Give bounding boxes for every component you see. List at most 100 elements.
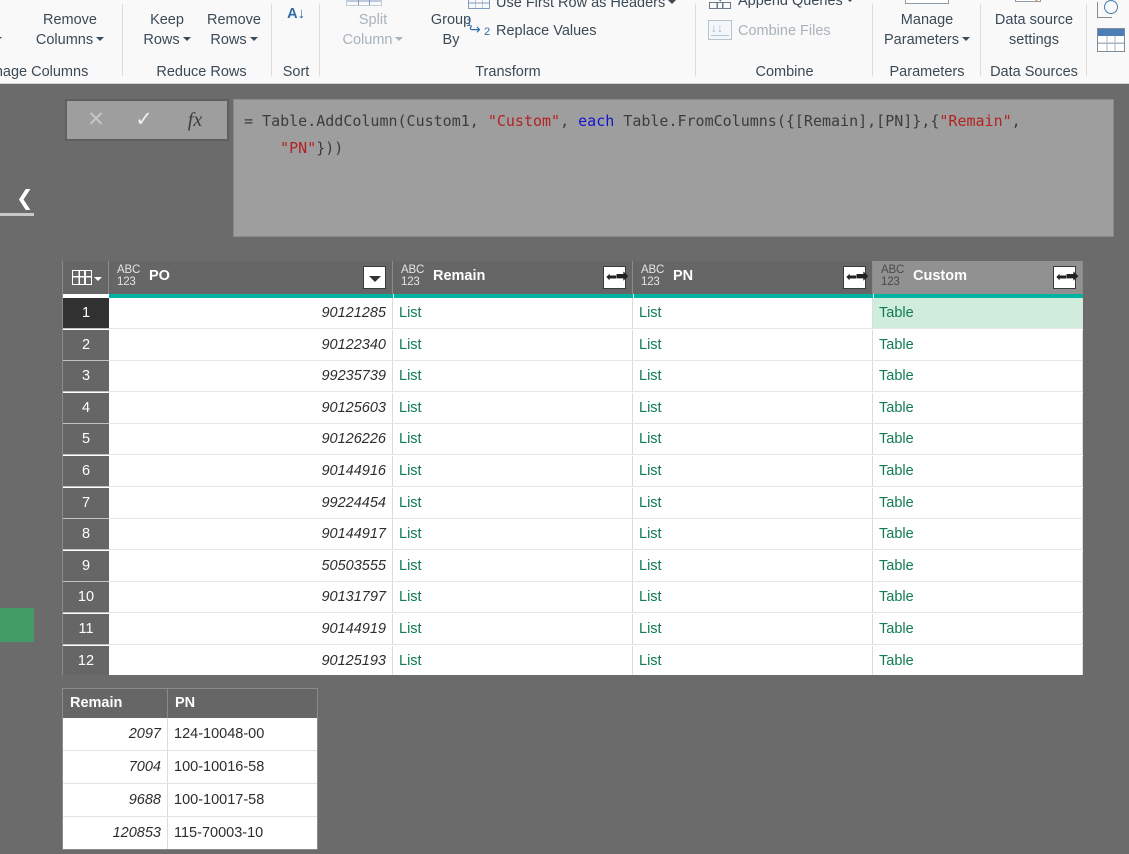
ribbon-button-data-source-settings[interactable]: Data source settings: [981, 10, 1087, 50]
cell-po[interactable]: 90144919: [109, 614, 393, 645]
cell-custom[interactable]: Table: [873, 393, 1083, 424]
cell-po[interactable]: 90121285: [109, 298, 393, 329]
cell-remain[interactable]: List: [393, 361, 633, 392]
column-type-badge[interactable]: ABC123: [401, 265, 427, 288]
cancel-formula-icon[interactable]: ✕: [77, 101, 115, 139]
cell-pn[interactable]: List: [633, 582, 873, 613]
preview-column-header-pn[interactable]: PN: [168, 689, 318, 718]
row-number[interactable]: 6: [63, 456, 109, 487]
column-type-badge[interactable]: ABC123: [881, 265, 907, 288]
query-status-chip[interactable]: [0, 608, 34, 642]
cell-remain[interactable]: List: [393, 330, 633, 361]
row-number[interactable]: 12: [63, 646, 109, 675]
chevron-down-icon[interactable]: [183, 37, 191, 41]
cell-pn[interactable]: List: [633, 298, 873, 329]
cell-po[interactable]: 90125193: [109, 646, 393, 675]
cell-remain[interactable]: List: [393, 551, 633, 582]
cell-po[interactable]: 90122340: [109, 330, 393, 361]
cell-po[interactable]: 99224454: [109, 488, 393, 519]
row-number[interactable]: 2: [63, 330, 109, 361]
select-all-columns-button[interactable]: [63, 261, 109, 294]
row-number[interactable]: 7: [63, 488, 109, 519]
row-number[interactable]: 9: [63, 551, 109, 582]
preview-cell-pn[interactable]: 100-10017-58: [168, 784, 318, 816]
preview-cell-remain[interactable]: 120853: [63, 817, 168, 849]
cell-po[interactable]: 90125603: [109, 393, 393, 424]
chevron-down-icon[interactable]: [668, 0, 676, 4]
cell-custom[interactable]: Table: [873, 582, 1083, 613]
ribbon-button-remove-columns[interactable]: Remove Columns: [22, 10, 118, 50]
cell-custom[interactable]: Table: [873, 424, 1083, 455]
cell-remain[interactable]: List: [393, 393, 633, 424]
cell-pn[interactable]: List: [633, 646, 873, 675]
cell-pn[interactable]: List: [633, 361, 873, 392]
row-number[interactable]: 1: [63, 298, 109, 329]
cell-custom[interactable]: Table: [873, 646, 1083, 675]
ribbon-button-keep-rows[interactable]: Keep Rows: [135, 10, 199, 50]
cell-po[interactable]: 99235739: [109, 361, 393, 392]
cell-custom[interactable]: Table: [873, 298, 1083, 329]
ribbon-button-append-queries[interactable]: Append Queries: [738, 0, 854, 10]
cell-pn[interactable]: List: [633, 488, 873, 519]
expand-queries-pane-chevron-icon[interactable]: ❮: [16, 187, 34, 209]
column-header-custom[interactable]: ABC123Custom⬅⮕: [873, 261, 1083, 294]
chevron-down-icon[interactable]: [395, 37, 403, 41]
cell-remain[interactable]: List: [393, 456, 633, 487]
preview-cell-pn[interactable]: 115-70003-10: [168, 817, 318, 849]
column-filter-dropdown-button[interactable]: [363, 266, 386, 289]
cell-remain[interactable]: List: [393, 519, 633, 550]
cell-remain[interactable]: List: [393, 424, 633, 455]
column-expand-button[interactable]: ⬅⮕: [1053, 266, 1076, 289]
preview-column-header-remain[interactable]: Remain: [63, 689, 168, 718]
ribbon-button-use-first-row-as-headers[interactable]: Use First Row as Headers: [496, 0, 676, 12]
column-expand-button[interactable]: ⬅⮕: [603, 266, 626, 289]
chevron-down-icon[interactable]: [96, 37, 104, 41]
recent-sources-icon[interactable]: [1097, 0, 1121, 20]
cell-po[interactable]: 90144916: [109, 456, 393, 487]
row-number[interactable]: 10: [63, 582, 109, 613]
insert-function-icon[interactable]: fx: [173, 101, 217, 139]
cell-remain[interactable]: List: [393, 488, 633, 519]
column-expand-button[interactable]: ⬅⮕: [843, 266, 866, 289]
cell-pn[interactable]: List: [633, 551, 873, 582]
row-number[interactable]: 5: [63, 424, 109, 455]
ribbon-button-replace-values[interactable]: Replace Values: [496, 22, 597, 40]
ribbon-button-remove-rows[interactable]: Remove Rows: [197, 10, 271, 50]
column-header-pn[interactable]: ABC123PN⬅⮕: [633, 261, 873, 294]
cell-remain[interactable]: List: [393, 646, 633, 675]
cell-remain[interactable]: List: [393, 298, 633, 329]
column-type-badge[interactable]: ABC123: [641, 265, 667, 288]
ribbon-button-combine-files[interactable]: Combine Files: [738, 22, 831, 40]
preview-cell-pn[interactable]: 100-10016-58: [168, 751, 318, 783]
cell-po[interactable]: 90131797: [109, 582, 393, 613]
cell-custom[interactable]: Table: [873, 614, 1083, 645]
cell-custom[interactable]: Table: [873, 456, 1083, 487]
ribbon-button-choose-columns[interactable]: oose mns: [0, 10, 22, 50]
cell-po[interactable]: 50503555: [109, 551, 393, 582]
cell-pn[interactable]: List: [633, 330, 873, 361]
cell-po[interactable]: 90126226: [109, 424, 393, 455]
enter-data-icon[interactable]: [1097, 28, 1125, 52]
preview-cell-pn[interactable]: 124-10048-00: [168, 718, 318, 750]
cell-pn[interactable]: List: [633, 393, 873, 424]
cell-pn[interactable]: List: [633, 424, 873, 455]
cell-custom[interactable]: Table: [873, 551, 1083, 582]
row-number[interactable]: 4: [63, 393, 109, 424]
chevron-down-icon[interactable]: [846, 0, 854, 2]
preview-cell-remain[interactable]: 7004: [63, 751, 168, 783]
formula-input[interactable]: = Table.AddColumn(Custom1, "Custom", eac…: [233, 99, 1114, 237]
cell-custom[interactable]: Table: [873, 330, 1083, 361]
chevron-down-icon[interactable]: [962, 37, 970, 41]
cell-remain[interactable]: List: [393, 582, 633, 613]
cell-pn[interactable]: List: [633, 519, 873, 550]
chevron-down-icon[interactable]: [250, 37, 258, 41]
cell-custom[interactable]: Table: [873, 488, 1083, 519]
column-header-po[interactable]: ABC123PO: [109, 261, 393, 294]
chevron-down-icon[interactable]: [0, 37, 2, 41]
row-number[interactable]: 11: [63, 614, 109, 645]
cell-remain[interactable]: List: [393, 614, 633, 645]
accept-formula-icon[interactable]: ✓: [125, 101, 163, 139]
ribbon-button-sort-ascending[interactable]: A↓: [272, 4, 320, 24]
cell-pn[interactable]: List: [633, 456, 873, 487]
cell-custom[interactable]: Table: [873, 361, 1083, 392]
